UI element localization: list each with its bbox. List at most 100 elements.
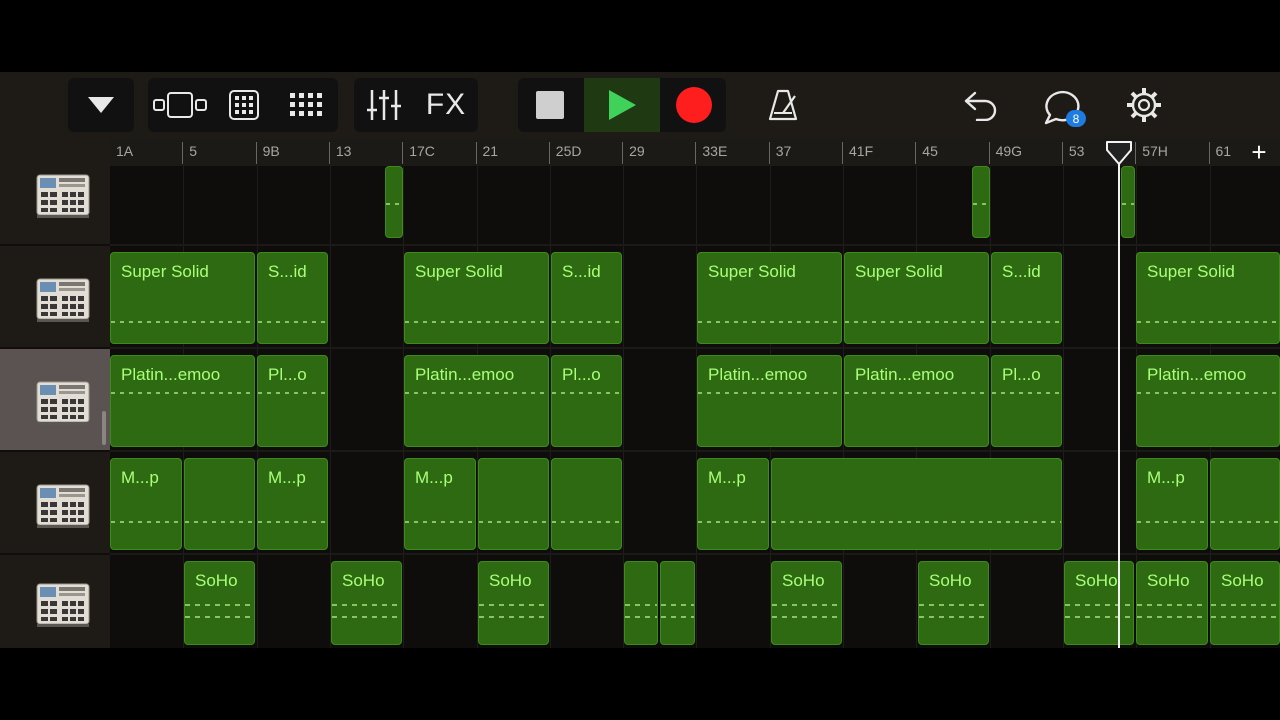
region-soho[interactable]: SoHo (1136, 561, 1208, 645)
region-clip[interactable] (478, 458, 549, 550)
ruler-label: 45 (922, 143, 938, 159)
region-super-solid-short[interactable]: S...id (991, 252, 1062, 344)
play-button[interactable] (584, 78, 660, 132)
region-super-solid[interactable]: Super Solid (404, 252, 549, 344)
play-icon (609, 90, 636, 120)
region-label: Super Solid (415, 262, 503, 281)
track-header-5[interactable] (0, 555, 110, 648)
region-platinum[interactable]: Platin...emoo (697, 355, 842, 447)
region-super-solid-short[interactable]: S...id (551, 252, 622, 344)
fx-button[interactable]: FX (416, 78, 476, 132)
region-platinum-short[interactable]: Pl...o (991, 355, 1062, 447)
record-button[interactable] (664, 78, 724, 132)
region-clip[interactable] (551, 458, 622, 550)
instrument-browser-icon (153, 92, 207, 118)
undo-button[interactable] (956, 78, 1006, 132)
region-mp[interactable]: M...p (404, 458, 476, 550)
midi-notes (845, 392, 988, 394)
region-clip[interactable] (385, 166, 403, 238)
region-label: Pl...o (1002, 365, 1041, 384)
region-platinum[interactable]: Platin...emoo (1136, 355, 1280, 447)
region-label: Super Solid (708, 262, 796, 281)
ruler-label: 5 (189, 143, 198, 159)
midi-notes (1211, 616, 1279, 618)
ruler-tick (1061, 142, 1063, 164)
region-mp[interactable]: M...p (697, 458, 769, 550)
metronome-button[interactable] (756, 78, 810, 132)
region-label: M...p (415, 468, 453, 487)
region-soho[interactable]: SoHo (184, 561, 255, 645)
my-songs-button[interactable] (68, 78, 134, 132)
region-soho[interactable]: SoHo (918, 561, 989, 645)
region-clip[interactable] (624, 561, 658, 645)
region-soho-cut[interactable]: SoHo (1064, 561, 1134, 645)
midi-notes (992, 321, 1061, 323)
ruler-label: 25D (555, 143, 582, 159)
track-header-3[interactable] (0, 349, 110, 452)
playhead-handle[interactable] (1105, 140, 1133, 166)
region-super-solid[interactable]: Super Solid (1136, 252, 1280, 344)
region-super-solid[interactable]: Super Solid (110, 252, 255, 344)
browser-button[interactable] (150, 78, 210, 132)
midi-notes (919, 604, 988, 606)
track-header-2[interactable] (0, 246, 110, 349)
region-clip[interactable] (972, 166, 990, 238)
region-soho[interactable]: SoHo (331, 561, 402, 645)
ruler-tick (768, 142, 770, 164)
add-section-button[interactable]: + (1246, 138, 1272, 166)
midi-notes (258, 321, 327, 323)
live-loops-button[interactable] (280, 78, 336, 132)
drum-machine-icon (36, 174, 90, 218)
region-super-solid-short[interactable]: S...id (257, 252, 328, 344)
scroll-thumb[interactable] (102, 411, 106, 445)
region-mp[interactable]: M...p (110, 458, 182, 550)
ruler-tick (182, 142, 184, 164)
region-clip[interactable] (1121, 166, 1135, 238)
region-clip[interactable] (771, 458, 1062, 550)
midi-notes (405, 392, 548, 394)
mixer-button[interactable] (356, 78, 412, 132)
region-mp[interactable]: M...p (257, 458, 328, 550)
grid-view-icon (229, 90, 259, 120)
region-platinum[interactable]: Platin...emoo (110, 355, 255, 447)
midi-notes (405, 521, 475, 523)
region-clip[interactable] (660, 561, 695, 645)
track-header-1[interactable] (0, 166, 110, 246)
ruler-label: 29 (629, 143, 645, 159)
ruler-tick (1135, 142, 1137, 164)
region-label: M...p (708, 468, 746, 487)
region-clip[interactable] (184, 458, 255, 550)
region-platinum-short[interactable]: Pl...o (257, 355, 328, 447)
region-soho[interactable]: SoHo (1210, 561, 1280, 645)
tracks-view-button[interactable] (218, 78, 270, 132)
sliders-icon (367, 90, 401, 120)
region-super-solid[interactable]: Super Solid (844, 252, 989, 344)
stop-button[interactable] (520, 78, 580, 132)
region-platinum-short[interactable]: Pl...o (551, 355, 622, 447)
metronome-icon (768, 89, 798, 121)
ruler-tick (842, 142, 843, 164)
loop-count-badge: 8 (1066, 110, 1086, 127)
settings-button[interactable] (1118, 78, 1170, 132)
midi-notes (405, 321, 548, 323)
region-label: M...p (268, 468, 306, 487)
ruler-label: 21 (482, 143, 499, 159)
region-soho[interactable]: SoHo (478, 561, 549, 645)
midi-notes (1137, 392, 1279, 394)
region-soho[interactable]: SoHo (771, 561, 842, 645)
region-label: Platin...emoo (121, 365, 221, 384)
midi-notes (111, 521, 181, 523)
region-platinum[interactable]: Platin...emoo (844, 355, 989, 447)
ruler-tick (915, 142, 917, 164)
midi-notes (332, 616, 401, 618)
record-icon (676, 87, 712, 123)
row-separator (110, 244, 1280, 246)
region-super-solid[interactable]: Super Solid (697, 252, 842, 344)
region-clip[interactable] (1210, 458, 1280, 550)
midi-notes (661, 616, 694, 618)
tracks-area[interactable]: Super Solid S...id Super Solid S...id Super … (110, 166, 1280, 648)
region-mp[interactable]: M...p (1136, 458, 1208, 550)
region-platinum[interactable]: Platin...emoo (404, 355, 549, 447)
midi-notes (552, 521, 621, 523)
track-header-4[interactable] (0, 452, 110, 555)
